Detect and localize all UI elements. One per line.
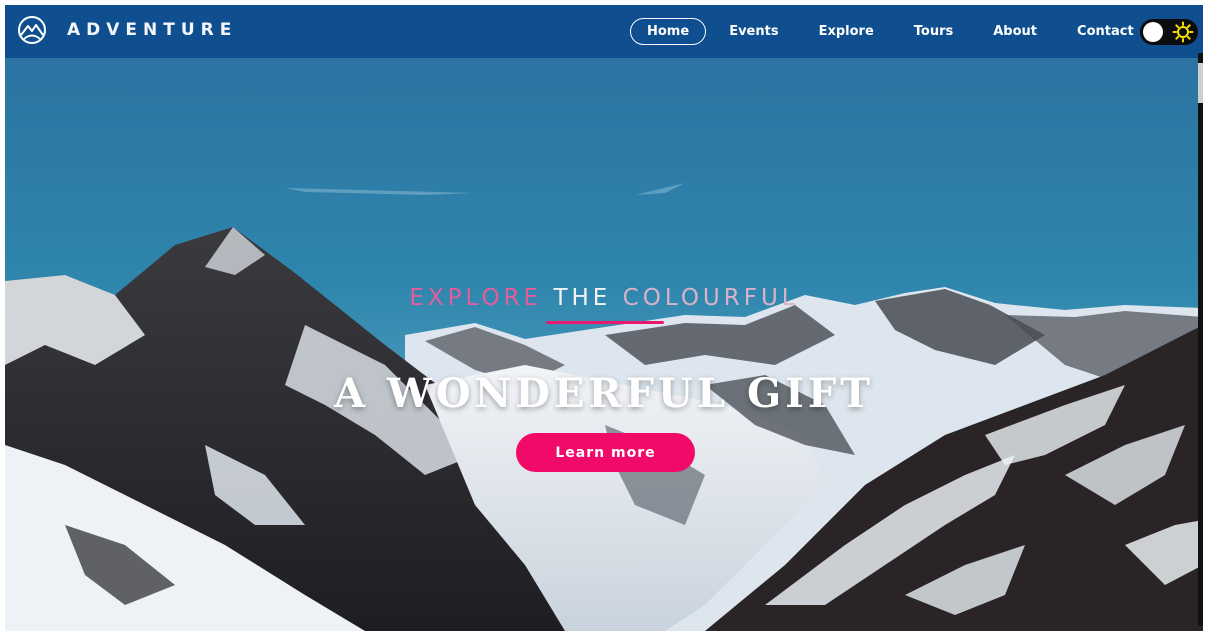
page-frame: ADVENTURE Home Events Explore Tours Abou… bbox=[5, 5, 1203, 631]
nav-item-explore[interactable]: Explore bbox=[802, 18, 891, 45]
sun-icon bbox=[1172, 21, 1194, 43]
hero-background bbox=[5, 5, 1203, 631]
brand[interactable]: ADVENTURE bbox=[17, 15, 237, 45]
hero-headline: A WONDERFUL GIFT bbox=[333, 370, 875, 417]
nav-item-contact[interactable]: Contact bbox=[1060, 18, 1151, 45]
learn-more-button[interactable]: Learn more bbox=[516, 433, 695, 472]
nav-item-events[interactable]: Events bbox=[712, 18, 795, 45]
eyebrow-underline bbox=[546, 321, 664, 324]
mountain-landscape-image bbox=[5, 5, 1203, 631]
hero-eyebrow: EXPLORE THE COLOURFUL bbox=[5, 285, 1203, 311]
eyebrow-word-3: COLOURFUL bbox=[622, 285, 799, 311]
nav-item-about[interactable]: About bbox=[976, 18, 1054, 45]
mountain-logo-icon bbox=[18, 16, 46, 44]
navbar: ADVENTURE Home Events Explore Tours Abou… bbox=[5, 5, 1203, 58]
nav-menu: Home Events Explore Tours About Contact bbox=[630, 18, 1155, 45]
nav-item-tours[interactable]: Tours bbox=[897, 18, 970, 45]
toggle-knob bbox=[1143, 22, 1163, 42]
theme-toggle[interactable] bbox=[1140, 19, 1198, 45]
brand-name: ADVENTURE bbox=[67, 20, 238, 40]
scrollbar-thumb[interactable] bbox=[1198, 63, 1203, 103]
scrollbar[interactable] bbox=[1198, 53, 1203, 626]
nav-item-home[interactable]: Home bbox=[630, 18, 707, 45]
eyebrow-word-1: EXPLORE bbox=[409, 285, 543, 311]
eyebrow-word-2: THE bbox=[553, 285, 612, 311]
